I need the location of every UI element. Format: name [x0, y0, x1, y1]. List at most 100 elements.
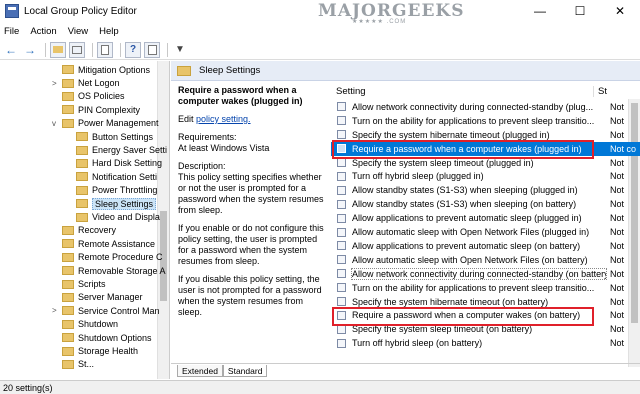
tree-item[interactable]: Power Throttling	[76, 184, 157, 197]
title-bar: Local Group Policy Editor MAJORGEEKS ★★★…	[0, 0, 640, 25]
forward-arrow-icon[interactable]: →	[22, 42, 38, 58]
folder-icon	[62, 333, 74, 343]
folder-icon	[76, 132, 88, 142]
filter-icon[interactable]: ▼	[172, 42, 188, 58]
folder-icon	[62, 252, 74, 262]
setting-row[interactable]: Allow network connectivity during connec…	[331, 100, 640, 114]
setting-name: Allow automatic sleep with Open Network …	[352, 254, 588, 265]
tree-item[interactable]: PIN Complexity	[62, 103, 140, 116]
minimize-button[interactable]: —	[520, 0, 560, 22]
folder-icon	[62, 105, 74, 115]
toolbar-separator	[120, 42, 121, 57]
status-text: 20 setting(s)	[3, 382, 53, 393]
policy-setting-icon	[337, 116, 346, 126]
tree-item[interactable]: Shutdown	[62, 318, 118, 331]
menu-action[interactable]: Action	[30, 26, 56, 37]
tree-item-label: Shutdown	[78, 319, 119, 330]
tree-item[interactable]: Server Manager	[62, 291, 143, 304]
policy-setting-icon	[337, 269, 346, 279]
setting-row[interactable]: Turn off hybrid sleep (on battery) Not	[331, 336, 640, 350]
expand-arrow-icon[interactable]: >	[52, 79, 60, 88]
setting-name: Allow standby states (S1-S3) when sleepi…	[352, 185, 578, 196]
folder-icon	[76, 199, 88, 209]
tree-item[interactable]: Remote Assistance	[62, 237, 155, 250]
policy-setting-icon	[337, 171, 346, 181]
column-setting[interactable]: Setting	[331, 86, 593, 97]
tree-item-label: Power Management	[78, 118, 159, 129]
tree-item[interactable]: Energy Saver Setti	[76, 143, 167, 156]
tree-item-label: PIN Complexity	[78, 104, 141, 115]
tree-item[interactable]: Storage Health	[62, 344, 138, 357]
back-arrow-icon[interactable]: ←	[3, 42, 19, 58]
setting-row[interactable]: Turn off hybrid sleep (plugged in) Not	[331, 170, 640, 184]
tree-item[interactable]: Notification Setti	[76, 170, 157, 183]
help-icon[interactable]: ?	[125, 41, 141, 58]
tree-item[interactable]: OS Policies	[62, 90, 125, 103]
tab-standard[interactable]: Standard	[222, 365, 268, 377]
up-folder-icon[interactable]	[50, 41, 66, 58]
setting-state: Not	[610, 338, 625, 349]
setting-row[interactable]: Allow standby states (S1-S3) when sleepi…	[331, 183, 640, 197]
tree-item[interactable]: > Net Logon	[52, 76, 120, 89]
tree-item-label: Shutdown Options	[78, 332, 152, 343]
policy-title: Require a password when a computer wakes…	[178, 85, 303, 106]
tree-item-label: Scripts	[78, 279, 106, 290]
tree-item[interactable]: Button Settings	[76, 130, 153, 143]
setting-name: Allow network connectivity during connec…	[352, 101, 594, 112]
tree-item[interactable]: Shutdown Options	[62, 331, 152, 344]
tree-item[interactable]: Remote Procedure C	[62, 251, 163, 264]
setting-row[interactable]: Allow automatic sleep with Open Network …	[331, 253, 640, 267]
setting-row[interactable]: Allow network connectivity during connec…	[331, 267, 640, 281]
setting-row[interactable]: Allow standby states (S1-S3) when sleepi…	[331, 197, 640, 211]
tree-item-label: Remote Procedure C	[78, 252, 163, 263]
setting-row[interactable]: Turn on the ability for applications to …	[331, 114, 640, 128]
tree-item[interactable]: Mitigation Options	[62, 63, 150, 76]
policy-setting-icon	[337, 199, 346, 209]
tree-item[interactable]: Sleep Settings	[76, 197, 157, 210]
folder-icon	[62, 279, 74, 289]
export-list-icon[interactable]	[97, 41, 113, 58]
window-title: Local Group Policy Editor	[24, 5, 137, 17]
menu-view[interactable]: View	[68, 26, 88, 37]
setting-row[interactable]: Allow automatic sleep with Open Network …	[331, 225, 640, 239]
tree-item[interactable]: Recovery	[62, 224, 116, 237]
tree-item[interactable]: Removable Storage A	[62, 264, 166, 277]
description-text: This policy setting specifies whether or…	[178, 172, 324, 215]
tree-item[interactable]: v Power Management	[52, 117, 159, 130]
toolbar-separator	[167, 42, 168, 57]
tree-item-label: Net Logon	[78, 78, 120, 89]
edit-policy-link[interactable]: policy setting.	[196, 114, 251, 124]
collapse-arrow-icon[interactable]: v	[52, 119, 60, 128]
requirements-block: Requirements: At least Windows Vista	[178, 132, 328, 154]
properties-icon[interactable]	[144, 41, 160, 58]
folder-icon	[62, 306, 74, 316]
description-label: Description:	[178, 161, 226, 171]
tree-item[interactable]: > Service Control Man	[52, 304, 160, 317]
show-hide-tree-icon[interactable]	[69, 41, 85, 58]
setting-state: Not	[610, 268, 625, 279]
setting-state: Not	[610, 157, 625, 168]
setting-name: Allow network connectivity during connec…	[351, 267, 607, 280]
setting-row[interactable]: Allow applications to prevent automatic …	[331, 211, 640, 225]
tab-extended[interactable]: Extended	[177, 365, 223, 377]
policy-tree[interactable]: Mitigation Options > Net Logon OS Policies P…	[0, 61, 170, 379]
tree-item[interactable]: Video and Displa	[76, 210, 160, 223]
tree-item-label: Storage Health	[78, 346, 139, 357]
close-button[interactable]: ✕	[600, 0, 640, 22]
column-state[interactable]: St	[593, 85, 607, 97]
folder-icon	[62, 319, 74, 329]
enable-text: If you enable or do not configure this p…	[178, 223, 324, 266]
tree-item-label: St...	[78, 359, 95, 370]
tree-item[interactable]: Scripts	[62, 277, 106, 290]
menu-file[interactable]: File	[4, 26, 19, 37]
tree-item[interactable]: St...	[62, 358, 94, 371]
setting-row[interactable]: Turn on the ability for applications to …	[331, 281, 640, 295]
menu-help[interactable]: Help	[99, 26, 119, 37]
expand-arrow-icon[interactable]: >	[52, 306, 60, 315]
tree-item[interactable]: Hard Disk Setting	[76, 157, 162, 170]
setting-row[interactable]: Allow applications to prevent automatic …	[331, 239, 640, 253]
maximize-button[interactable]: ☐	[560, 0, 600, 22]
setting-name: Specify the system sleep timeout (plugge…	[352, 157, 534, 168]
toolbar-separator	[92, 42, 93, 57]
tree-item-label: Button Settings	[92, 131, 154, 142]
